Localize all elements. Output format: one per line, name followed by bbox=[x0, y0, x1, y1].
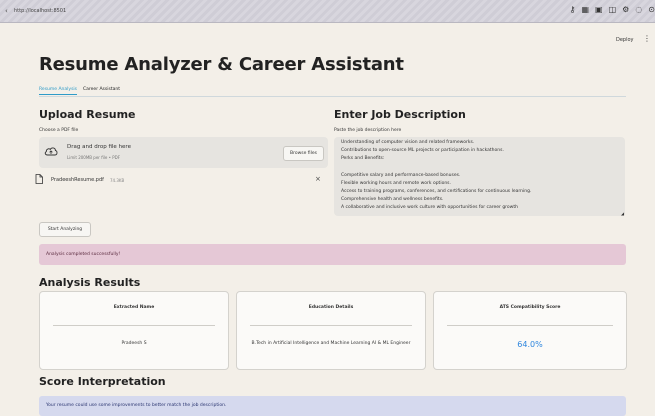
uploaded-file-name: PradeeshResume.pdf bbox=[51, 177, 104, 183]
jd-line: Perks and Benefits: bbox=[341, 156, 385, 161]
uploaded-file-size: 74.3KB bbox=[110, 178, 125, 183]
card-divider bbox=[447, 325, 613, 326]
card-title: Education Details bbox=[308, 305, 354, 310]
extracted-name-card: Extracted Name Pradeesh S bbox=[39, 291, 229, 370]
page-title: Resume Analyzer & Career Assistant bbox=[39, 54, 404, 75]
tab-bar: Resume Analysis Career Assistant bbox=[39, 85, 626, 97]
job-description-label: Paste the job description here bbox=[334, 128, 402, 133]
interpretation-message: Your resume could use some improvements … bbox=[46, 403, 227, 408]
file-icon bbox=[35, 174, 43, 184]
analysis-results-heading: Analysis Results bbox=[39, 276, 141, 289]
card-divider bbox=[250, 325, 412, 326]
interpretation-alert: Your resume could use some improvements … bbox=[39, 396, 626, 416]
card-title: ATS Compatibility Score bbox=[499, 305, 561, 310]
education-details-card: Education Details B.Tech in Artificial I… bbox=[236, 291, 426, 370]
back-icon[interactable]: ‹ bbox=[5, 7, 8, 15]
browser-toolbar: ‹ http://localhost:8501 ⚷ ▦ ▣ ◫ ⚙ ◌ ⊙ bbox=[0, 0, 655, 23]
success-message: Analysis completed successfully! bbox=[46, 252, 121, 257]
start-analyzing-button[interactable]: Start Analyzing bbox=[39, 222, 91, 237]
reader-icon[interactable]: ▦ bbox=[581, 5, 589, 14]
deploy-button[interactable]: Deploy bbox=[616, 37, 634, 43]
jd-line: Competitive salary and performance-based… bbox=[341, 173, 461, 178]
jd-line: Access to training programs, conferences… bbox=[341, 189, 532, 194]
jd-line: Flexible working hours and remote work o… bbox=[341, 181, 451, 186]
dropzone-title: Drag and drop file here bbox=[67, 144, 131, 150]
job-description-textarea[interactable]: Understanding of computer vision and rel… bbox=[334, 137, 625, 216]
upload-label: Choose a PDF file bbox=[39, 128, 79, 133]
ats-score-value: 64.0% bbox=[517, 340, 543, 349]
address-bar[interactable]: http://localhost:8501 bbox=[14, 8, 66, 14]
tab-career-assistant[interactable]: Career Assistant bbox=[83, 87, 120, 92]
translate-icon[interactable]: ▣ bbox=[595, 5, 603, 14]
jd-line: Comprehensive health and wellness benefi… bbox=[341, 197, 444, 202]
upload-heading: Upload Resume bbox=[39, 108, 136, 121]
success-alert: Analysis completed successfully! bbox=[39, 244, 626, 265]
main-menu-icon[interactable]: ⋮ bbox=[643, 34, 651, 43]
remove-file-icon[interactable]: × bbox=[315, 175, 321, 183]
card-title: Extracted Name bbox=[113, 305, 155, 310]
job-description-heading: Enter Job Description bbox=[334, 108, 466, 121]
resize-handle-icon[interactable]: ◢ bbox=[621, 211, 624, 216]
sidebar-icon[interactable]: ◫ bbox=[609, 5, 617, 14]
browser-tools: ⚷ ▦ ▣ ◫ ⚙ ◌ ⊙ bbox=[570, 5, 655, 14]
cloud-upload-icon bbox=[44, 147, 58, 156]
key-icon[interactable]: ⚷ bbox=[570, 5, 576, 14]
profile-icon[interactable]: ⊙ bbox=[648, 5, 655, 14]
jd-line: Understanding of computer vision and rel… bbox=[341, 140, 475, 145]
score-interpretation-heading: Score Interpretation bbox=[39, 375, 166, 388]
tab-resume-analysis[interactable]: Resume Analysis bbox=[39, 87, 78, 95]
ats-score-card: ATS Compatibility Score 64.0% bbox=[433, 291, 627, 370]
card-value: Pradeesh S bbox=[121, 341, 147, 346]
extensions-icon[interactable]: ◌ bbox=[635, 5, 642, 14]
dropzone-limit: Limit 200MB per file • PDF bbox=[67, 155, 120, 160]
jd-line: A collaborative and inclusive work cultu… bbox=[341, 205, 518, 210]
settings-icon[interactable]: ⚙ bbox=[622, 5, 629, 14]
card-divider bbox=[53, 325, 215, 326]
jd-line: Contributions to open-source ML projects… bbox=[341, 148, 504, 153]
card-value: B.Tech in Artificial Intelligence and Ma… bbox=[251, 341, 411, 346]
browse-files-button[interactable]: Browse files bbox=[283, 146, 324, 161]
